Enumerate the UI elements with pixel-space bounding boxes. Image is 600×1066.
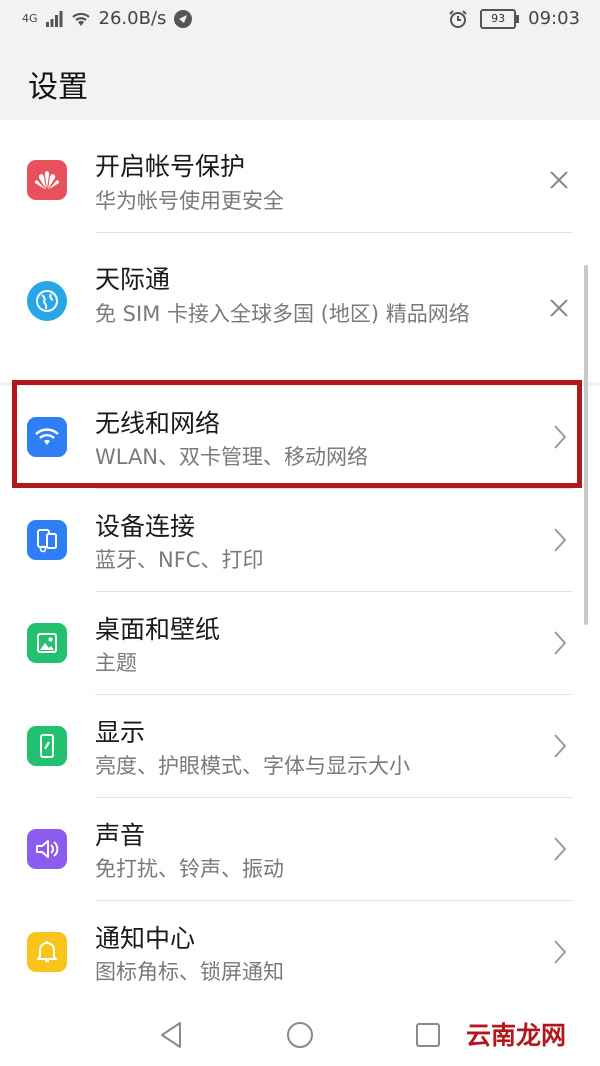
suggestion-subtitle: 免 SIM 卡接入全球多国 (地区) 精品网络 <box>95 302 470 326</box>
watermark-text: 云南龙网 <box>465 1016 566 1052</box>
network-speed: 26.0B/s <box>98 8 167 29</box>
settings-item-title: 显示 <box>95 718 146 747</box>
settings-item-sound[interactable]: 声音 免打扰、铃声、振动 <box>0 798 600 901</box>
close-icon[interactable] <box>548 297 570 319</box>
header: 设置 <box>0 42 600 120</box>
settings-item-title: 设备连接 <box>95 512 196 541</box>
suggestion-account-protection[interactable]: 开启帐号保护 华为帐号使用更安全 <box>0 120 600 233</box>
clock: 09:03 <box>528 8 580 29</box>
chevron-right-icon <box>554 940 567 964</box>
suggestion-title: 天际通 <box>95 265 171 294</box>
settings-item-subtitle: 亮度、护眼模式、字体与显示大小 <box>95 754 410 778</box>
close-icon[interactable] <box>548 169 570 191</box>
globe-icon <box>27 281 67 321</box>
settings-item-subtitle: 蓝牙、NFC、打印 <box>95 548 264 572</box>
signal-icon <box>45 10 63 27</box>
app-notification-icon <box>174 9 193 28</box>
page-title: 设置 <box>28 70 88 105</box>
suggestions-card: 开启帐号保护 华为帐号使用更安全 天际通 免 SIM 卡接入全球多国 (地区) … <box>0 120 600 382</box>
battery-indicator: 93 <box>480 8 520 29</box>
huawei-logo-icon <box>27 160 67 200</box>
settings-item-title: 通知中心 <box>95 924 196 953</box>
settings-item-subtitle: 主题 <box>95 651 137 675</box>
network-type: 4G <box>22 12 38 25</box>
navigation-bar: 云南龙网 <box>0 1004 600 1066</box>
settings-item-display[interactable]: 显示 亮度、护眼模式、字体与显示大小 <box>0 695 600 798</box>
settings-item-device-connection[interactable]: 设备连接 蓝牙、NFC、打印 <box>0 489 600 592</box>
chevron-right-icon <box>554 631 567 655</box>
suggestion-title: 开启帐号保护 <box>95 152 246 181</box>
wifi-status-icon <box>71 12 90 26</box>
device-connect-icon <box>27 520 67 560</box>
scrollbar[interactable] <box>584 265 588 625</box>
settings-item-title: 声音 <box>95 821 146 850</box>
alarm-icon <box>449 9 467 28</box>
settings-item-subtitle: 图标角标、锁屏通知 <box>95 960 284 984</box>
status-bar: 4G 26.0B/s 93 09:03 <box>0 0 600 42</box>
home-icon[interactable] <box>285 1020 315 1050</box>
sound-icon <box>27 829 67 869</box>
settings-item-title: 桌面和壁纸 <box>95 615 221 644</box>
chevron-right-icon <box>554 528 567 552</box>
settings-item-notification-center[interactable]: 通知中心 图标角标、锁屏通知 <box>0 901 600 1004</box>
wallpaper-icon <box>27 623 67 663</box>
back-icon[interactable] <box>158 1020 184 1050</box>
settings-item-subtitle: 免打扰、铃声、振动 <box>95 857 284 881</box>
chevron-right-icon <box>554 837 567 861</box>
suggestion-subtitle: 华为帐号使用更安全 <box>95 189 284 213</box>
suggestion-skytone[interactable]: 天际通 免 SIM 卡接入全球多国 (地区) 精品网络 <box>0 233 600 382</box>
highlight-box <box>12 380 582 488</box>
settings-item-home-wallpaper[interactable]: 桌面和壁纸 主题 <box>0 592 600 695</box>
display-icon <box>27 726 67 766</box>
chevron-right-icon <box>554 734 567 758</box>
bell-icon <box>27 932 67 972</box>
recent-apps-icon[interactable] <box>414 1021 442 1049</box>
